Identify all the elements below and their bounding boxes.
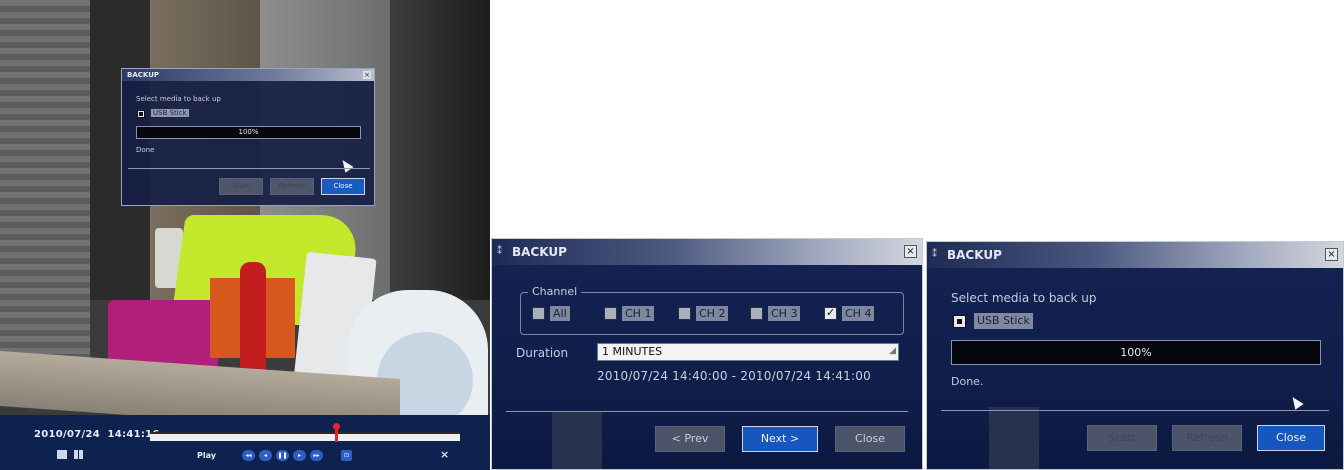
timeline-marker[interactable] (333, 423, 340, 442)
window-blinds (0, 0, 90, 370)
camera-view: BACKUP × Select media to back up USB Sti… (0, 0, 490, 470)
duration-value: 1 MINUTES (602, 345, 663, 358)
close-button[interactable]: Close (321, 178, 365, 195)
timestamp: 2010/07/24 14:41:16 (34, 429, 160, 440)
playback-bar: 2010/07/24 14:41:16 Play ◂◂ ◂ ❚❚ ▸ ▸▸ ⊡ … (0, 415, 490, 470)
pause-icon[interactable]: ❚❚ (276, 450, 289, 461)
close-button[interactable]: Close (835, 426, 905, 452)
dialog-title: BACKUP (127, 71, 160, 79)
background-shadow (552, 411, 602, 469)
refresh-button[interactable]: Refresh (1172, 425, 1242, 451)
backup-channel-dialog: ⁑ BACKUP × Channel All CH 1 CH 2 CH 3 CH… (491, 238, 923, 470)
usb-stick-checkbox[interactable] (137, 110, 145, 118)
dialog-title: BACKUP (947, 248, 1002, 262)
fast-forward-icon[interactable]: ▸▸ (310, 450, 323, 461)
playback-date: 2010/07/24 (34, 429, 100, 440)
dialog-app-icon: ⁑ (497, 246, 502, 257)
channel-3-checkbox[interactable] (750, 307, 763, 320)
divider (128, 168, 370, 169)
usb-stick-label: USB Stick (151, 109, 189, 117)
channel-4-label: CH 4 (842, 306, 875, 321)
dialog-titlebar: ⁑ BACKUP × (492, 239, 922, 265)
prev-button[interactable]: < Prev (655, 426, 725, 452)
channel-all-checkbox[interactable] (532, 307, 545, 320)
resize-grip-icon: ◢ (889, 346, 896, 356)
close-icon[interactable]: × (904, 245, 917, 258)
close-icon[interactable]: × (1325, 248, 1338, 261)
single-layout-icon[interactable] (57, 450, 67, 459)
select-media-label: Select media to back up (951, 291, 1097, 305)
backup-media-dialog: ⁑ BACKUP × Select media to back up USB S… (926, 241, 1344, 470)
channel-legend: Channel (528, 285, 582, 298)
dialog-titlebar: BACKUP × (122, 69, 374, 81)
play-mode-label: Play (197, 451, 216, 460)
channel-1-checkbox[interactable] (604, 307, 617, 320)
backup-progress-bar: 100% (136, 126, 361, 139)
duration-label: Duration (516, 346, 569, 360)
channel-3-label: CH 3 (768, 306, 801, 321)
step-forward-icon[interactable]: ▸ (293, 450, 306, 461)
start-button[interactable]: Start (1087, 425, 1157, 451)
status-text: Done (136, 146, 155, 154)
channel-1-label: CH 1 (622, 306, 655, 321)
divider (941, 410, 1329, 411)
dialog-app-icon: ⁑ (932, 249, 937, 260)
quad-layout-icon[interactable] (74, 450, 84, 459)
backup-dialog-small: BACKUP × Select media to back up USB Sti… (121, 68, 375, 206)
step-back-icon[interactable]: ◂ (259, 450, 272, 461)
channel-2-checkbox[interactable] (678, 307, 691, 320)
close-playback-icon[interactable]: × (440, 448, 449, 461)
refresh-button[interactable]: Refresh (270, 178, 314, 195)
duration-field[interactable]: 1 MINUTES ◢ (597, 343, 899, 361)
dialog-title: BACKUP (512, 245, 567, 259)
time-range: 2010/07/24 14:40:00 - 2010/07/24 14:41:0… (597, 369, 871, 383)
status-text: Done. (951, 375, 984, 388)
dialog-titlebar: ⁑ BACKUP × (927, 242, 1343, 268)
channel-all-label: All (550, 306, 570, 321)
select-media-label: Select media to back up (136, 95, 221, 103)
mouse-cursor-icon (338, 157, 354, 173)
channel-4-checkbox[interactable] (824, 306, 837, 320)
divider (506, 411, 908, 412)
timeline-track[interactable] (150, 432, 460, 441)
next-button[interactable]: Next > (742, 426, 818, 452)
shadow-area (390, 0, 490, 300)
red-bottle (240, 262, 266, 372)
repeat-icon[interactable]: ⊡ (341, 450, 352, 461)
background-shadow (989, 407, 1039, 469)
close-button[interactable]: Close (1257, 425, 1325, 451)
start-button[interactable]: Start (219, 178, 263, 195)
usb-stick-checkbox[interactable] (953, 315, 966, 328)
close-icon[interactable]: × (363, 71, 371, 79)
usb-stick-label: USB Stick (974, 313, 1033, 329)
channel-2-label: CH 2 (696, 306, 729, 321)
fast-rewind-icon[interactable]: ◂◂ (242, 450, 255, 461)
backup-progress-bar: 100% (951, 340, 1321, 365)
